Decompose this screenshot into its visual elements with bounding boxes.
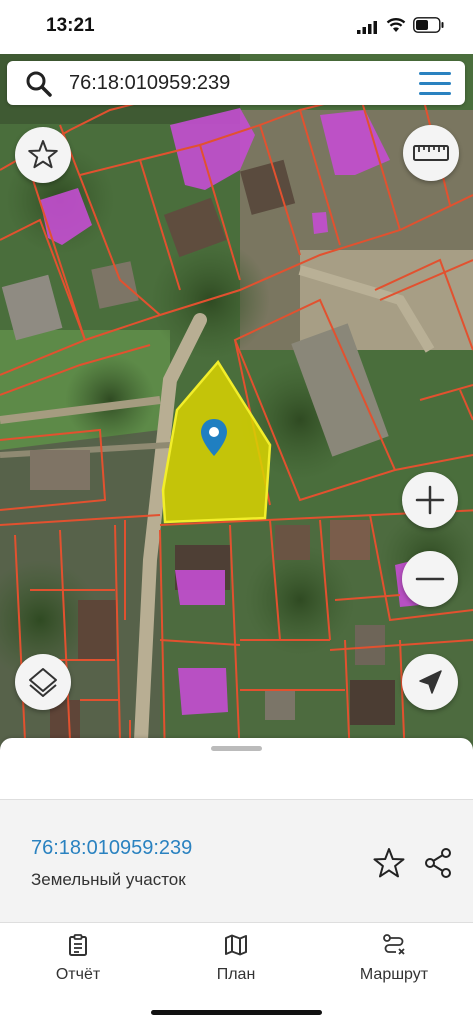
status-time: 13:21 xyxy=(46,15,95,36)
bottom-sheet[interactable]: 76:18:010959:239 Земельный участок Отчёт xyxy=(0,738,473,1024)
clipboard-report-icon xyxy=(69,934,87,956)
tab-route-label: Маршрут xyxy=(359,966,429,983)
minus-icon xyxy=(415,577,445,581)
bottom-tab-bar: Отчёт План Маршрут xyxy=(0,923,473,1003)
search-icon[interactable] xyxy=(25,70,53,98)
route-icon xyxy=(383,934,405,955)
plus-icon xyxy=(415,485,445,515)
sheet-header xyxy=(0,760,473,798)
cellular-signal-icon xyxy=(357,21,377,34)
zoom-out-button[interactable] xyxy=(402,551,458,607)
battery-icon xyxy=(413,17,444,33)
layers-button[interactable] xyxy=(15,654,71,710)
ruler-icon xyxy=(413,145,449,161)
tab-route[interactable]: Маршрут xyxy=(347,923,441,993)
zoom-in-button[interactable] xyxy=(402,472,458,528)
sheet-drag-handle[interactable] xyxy=(211,746,262,751)
tab-plan-label: План xyxy=(216,966,256,983)
wifi-icon xyxy=(386,18,406,32)
tab-report[interactable]: Отчёт xyxy=(38,923,118,993)
map-fold-icon xyxy=(225,934,247,956)
search-bar[interactable] xyxy=(7,61,465,105)
hamburger-menu-icon[interactable] xyxy=(417,70,453,97)
favorite-star-icon[interactable] xyxy=(372,846,406,880)
favorites-button[interactable] xyxy=(15,127,71,183)
star-outline-icon xyxy=(28,140,58,169)
tab-plan[interactable]: План xyxy=(196,923,276,993)
locate-button[interactable] xyxy=(402,654,458,710)
home-indicator xyxy=(151,1010,322,1015)
status-bar: 13:21 xyxy=(0,0,473,54)
tab-report-label: Отчёт xyxy=(55,966,101,983)
parcel-number[interactable]: 76:18:010959:239 xyxy=(31,837,192,860)
share-icon[interactable] xyxy=(421,846,455,880)
layers-icon xyxy=(29,668,57,697)
parcel-info-card[interactable]: 76:18:010959:239 Земельный участок xyxy=(0,800,473,922)
parcel-type: Земельный участок xyxy=(31,870,186,889)
navigation-arrow-icon xyxy=(419,670,442,694)
ruler-button[interactable] xyxy=(403,125,459,181)
search-input[interactable] xyxy=(69,61,389,105)
